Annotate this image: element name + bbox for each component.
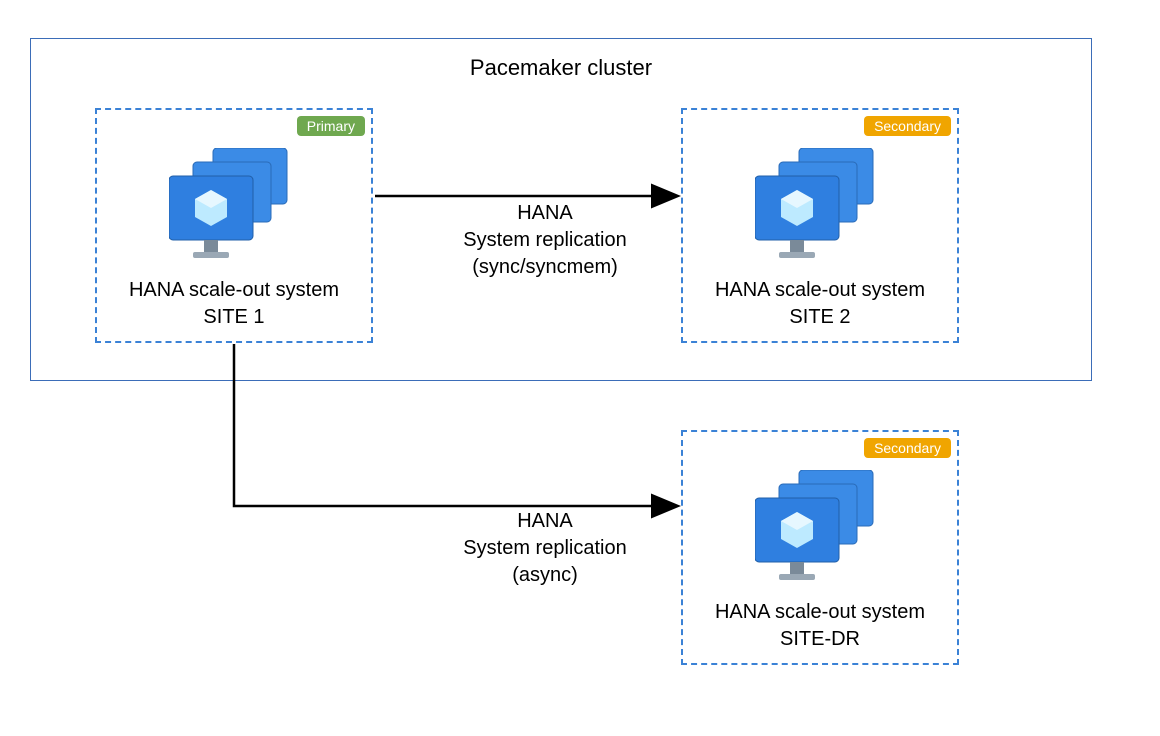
site-dr-box: Secondary [681,430,959,665]
arrow1-line1: HANA [517,202,573,224]
vm-cluster-icon [755,148,885,263]
site2-badge: Secondary [864,116,951,136]
arrow2-line3: (async) [512,564,578,586]
arrow1-line3: (sync/syncmem) [472,256,618,278]
site1-label: HANA scale-out system SITE 1 [97,277,371,331]
site-dr-badge: Secondary [864,438,951,458]
vm-cluster-icon [755,470,885,585]
site2-label-line1: HANA scale-out system [715,279,925,301]
site-dr-label-line2: SITE-DR [780,628,860,650]
replication-label-sync: HANA System replication (sync/syncmem) [420,200,670,281]
arrow2-line2: System replication [463,537,626,559]
arrow1-line2: System replication [463,229,626,251]
site2-label-line2: SITE 2 [789,306,850,328]
site1-box: Primary [95,108,373,343]
site1-badge: Primary [297,116,365,136]
site2-box: Secondary [681,108,959,343]
arrow2-line1: HANA [517,510,573,532]
site-dr-label: HANA scale-out system SITE-DR [683,599,957,653]
site-dr-label-line1: HANA scale-out system [715,601,925,623]
pacemaker-cluster-title: Pacemaker cluster [31,55,1091,81]
site1-label-line1: HANA scale-out system [129,279,339,301]
replication-label-async: HANA System replication (async) [420,508,670,589]
site1-label-line2: SITE 1 [203,306,264,328]
vm-cluster-icon [169,148,299,263]
site2-label: HANA scale-out system SITE 2 [683,277,957,331]
